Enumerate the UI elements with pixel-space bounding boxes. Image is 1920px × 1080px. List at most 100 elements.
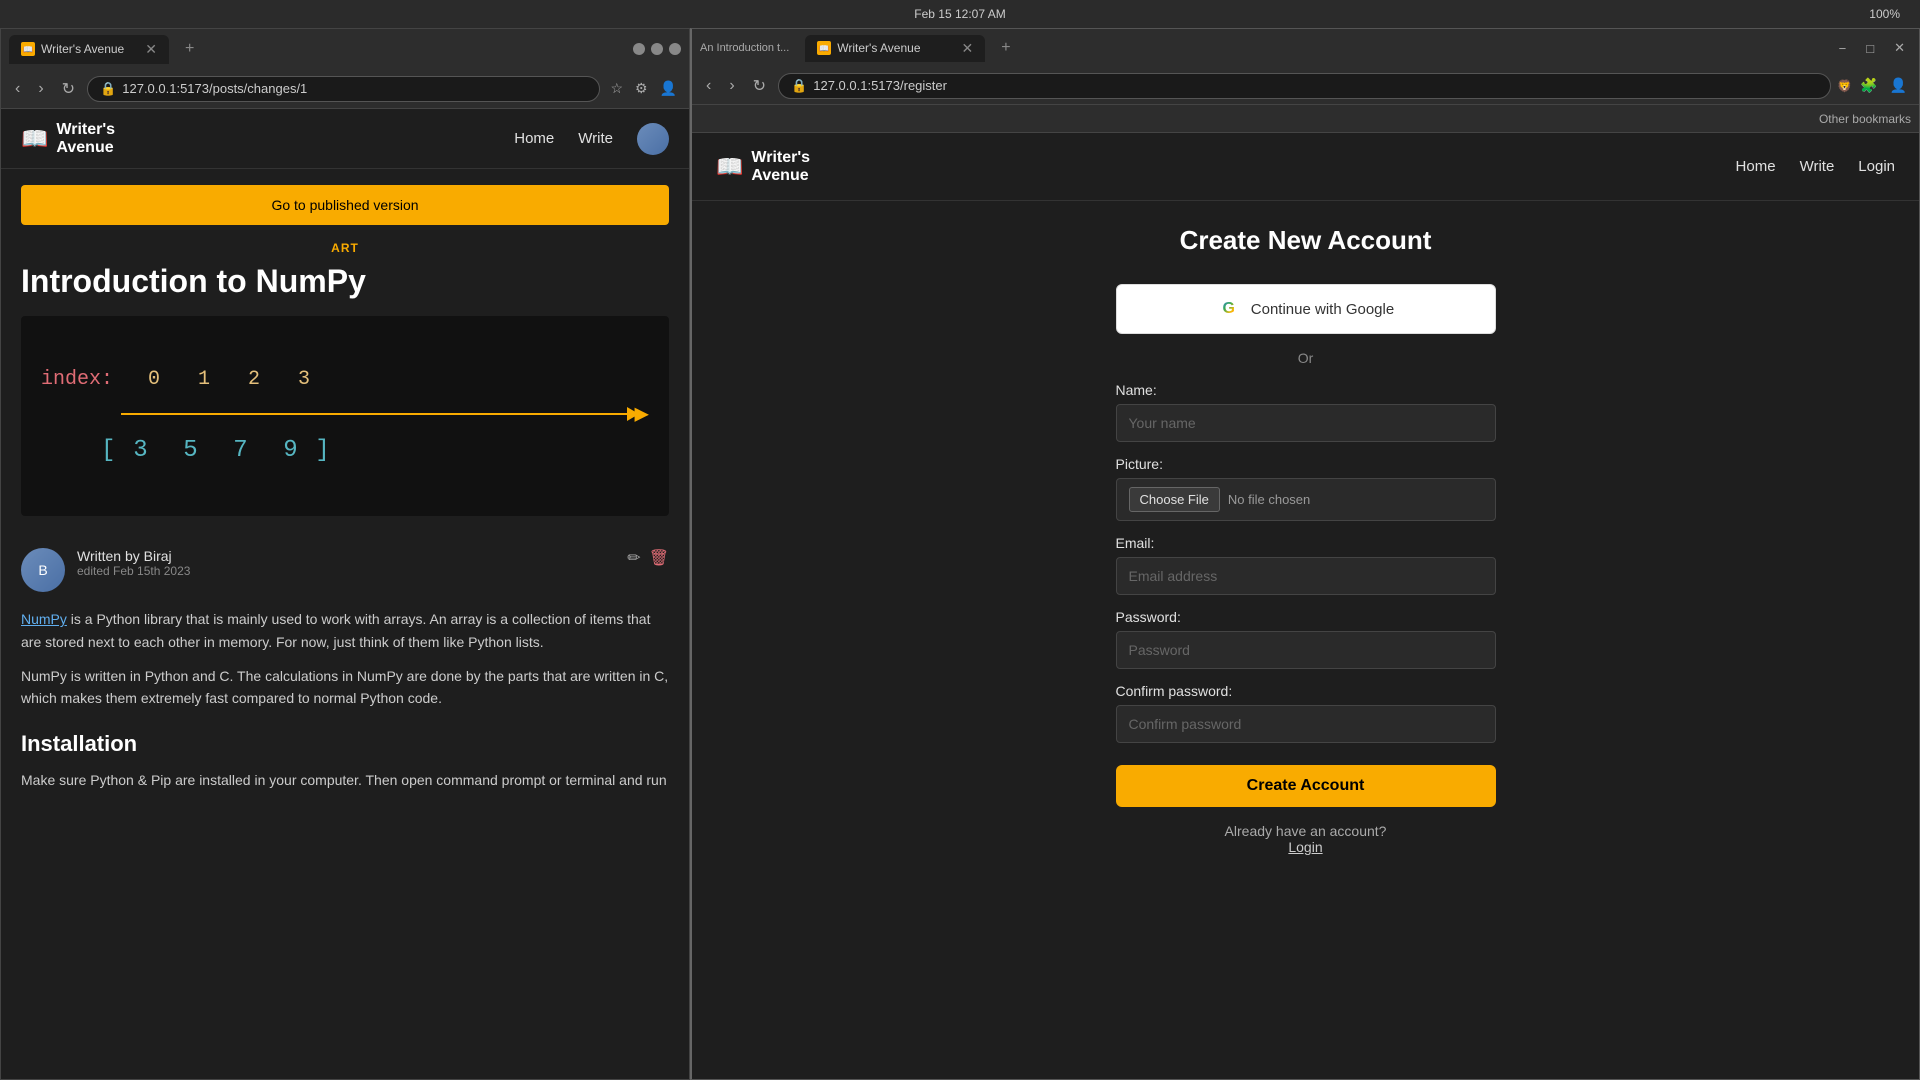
back-btn-1[interactable]: ‹ — [9, 76, 26, 102]
login-link[interactable]: Login — [1288, 839, 1322, 855]
book-icon-1: 📖 — [21, 126, 48, 152]
back-btn-2[interactable]: ‹ — [700, 73, 717, 99]
article-title: Introduction to NumPy — [21, 263, 669, 300]
logo-text-2: Writer's Avenue — [751, 149, 810, 184]
picture-form-group: Picture: Choose File No file chosen — [1116, 456, 1496, 521]
browser-window-2: An Introduction t... 📖 Writer's Avenue ✕… — [690, 28, 1920, 1080]
bookmarks-bar: Other bookmarks — [692, 105, 1919, 133]
site-logo-2[interactable]: 📖 Writer's Avenue — [716, 149, 810, 184]
confirm-password-input[interactable] — [1116, 705, 1496, 743]
profile-btn-2[interactable]: 👤 — [1886, 73, 1911, 98]
close-btn-1[interactable] — [669, 43, 681, 55]
browser-toolbar-1: ‹ › ↻ 🔒 127.0.0.1:5173/posts/changes/1 ☆… — [1, 69, 689, 109]
numpy-arrow-row: ▶ — [41, 399, 649, 429]
nav-links-2: Home Write Login — [1736, 158, 1895, 175]
profile-btn-1[interactable]: 👤 — [656, 76, 681, 101]
already-have-account-text: Already have an account? — [1225, 823, 1387, 839]
author-actions: ✏ 🗑 — [627, 548, 669, 568]
forward-btn-2[interactable]: › — [723, 73, 740, 99]
body-para2: NumPy is written in Python and C. The ca… — [21, 665, 669, 710]
window-controls-1 — [633, 43, 681, 55]
datetime: Feb 15 12:07 AM — [914, 7, 1005, 21]
register-form-container: Create New Account G Continue with Googl… — [1096, 225, 1516, 895]
article-category: ART — [1, 241, 689, 255]
book-icon-2: 📖 — [716, 154, 743, 180]
restore-btn-2[interactable]: □ — [1860, 37, 1880, 60]
google-g-letter: G — [1223, 300, 1235, 318]
numpy-link[interactable]: NumPy — [21, 611, 67, 627]
browser-content-1: 📖 Writer's Avenue Home Write Go to publi… — [1, 109, 689, 1079]
new-tab-btn-2[interactable]: + — [993, 39, 1018, 57]
forward-btn-1[interactable]: › — [32, 76, 49, 102]
address-bar-2[interactable]: 🔒 127.0.0.1:5173/register — [778, 73, 1831, 99]
body-para3: Make sure Python & Pip are installed in … — [21, 769, 669, 791]
tab-close-2[interactable]: ✕ — [962, 40, 974, 57]
nav-links-1: Home Write — [514, 123, 669, 155]
confirm-password-label: Confirm password: — [1116, 683, 1496, 699]
close-btn-2[interactable]: ✕ — [1888, 36, 1911, 60]
nav2-write[interactable]: Write — [1800, 158, 1835, 175]
author-name: Written by Biraj — [77, 548, 615, 564]
user-avatar-1[interactable] — [637, 123, 669, 155]
register-content: 📖 Writer's Avenue Home Write Login Creat… — [692, 133, 1919, 1079]
tab-label-2: Writer's Avenue — [837, 41, 920, 55]
nav2-login[interactable]: Login — [1858, 158, 1895, 175]
author-section: B Written by Biraj edited Feb 15th 2023 … — [21, 532, 669, 592]
nav2-home[interactable]: Home — [1736, 158, 1776, 175]
site-logo-1[interactable]: 📖 Writer's Avenue — [21, 121, 115, 156]
no-file-text: No file chosen — [1228, 492, 1310, 507]
numpy-arrow — [121, 413, 631, 415]
numpy-visual: index: 0 1 2 3 ▶ [ 3 5 7 9 ] — [21, 348, 669, 484]
reload-btn-1[interactable]: ↻ — [56, 75, 81, 103]
delete-post-btn[interactable]: 🗑 — [649, 548, 669, 568]
password-input[interactable] — [1116, 631, 1496, 669]
body-para1: is a Python library that is mainly used … — [21, 611, 650, 649]
extensions-btn-1[interactable]: ⚙ — [631, 76, 652, 101]
google-signin-btn[interactable]: G Continue with Google — [1116, 284, 1496, 334]
browser-titlebar-2: An Introduction t... 📖 Writer's Avenue ✕… — [692, 29, 1919, 67]
other-bookmarks: Other bookmarks — [1819, 112, 1911, 126]
taskbar-right: 100% — [1869, 7, 1900, 21]
article-body: NumPy is a Python library that is mainly… — [21, 608, 669, 791]
nav-home-1[interactable]: Home — [514, 130, 554, 147]
brave-tab-url: An Introduction t... — [700, 42, 789, 54]
author-avatar: B — [21, 548, 65, 592]
email-input[interactable] — [1116, 557, 1496, 595]
url-text-2: 127.0.0.1:5173/register — [813, 78, 947, 93]
tab-favicon-1: 📖 — [21, 42, 35, 56]
choose-file-btn[interactable]: Choose File — [1129, 487, 1220, 512]
nav-write-1[interactable]: Write — [578, 130, 613, 147]
file-input-wrapper: Choose File No file chosen — [1116, 478, 1496, 521]
email-form-group: Email: — [1116, 535, 1496, 595]
edit-post-btn[interactable]: ✏ — [627, 548, 640, 568]
installation-heading: Installation — [21, 726, 669, 761]
published-version-banner[interactable]: Go to published version — [21, 185, 669, 225]
new-tab-btn-1[interactable]: + — [177, 40, 202, 58]
browser-toolbar-2: ‹ › ↻ 🔒 127.0.0.1:5173/register 🦁 🧩 👤 — [692, 67, 1919, 105]
index-label: index: — [41, 368, 113, 391]
toolbar-icons-2: 🦁 🧩 👤 — [1837, 73, 1911, 98]
os-taskbar: Feb 15 12:07 AM 100% — [0, 0, 1920, 28]
minimize-btn-2[interactable]: − — [1833, 37, 1853, 60]
google-icon: G — [1217, 297, 1241, 321]
author-date: edited Feb 15th 2023 — [77, 564, 615, 578]
google-btn-label: Continue with Google — [1251, 301, 1394, 318]
browser-titlebar-1: 📖 Writer's Avenue ✕ + — [1, 29, 689, 69]
minimize-btn-1[interactable] — [633, 43, 645, 55]
maximize-btn-1[interactable] — [651, 43, 663, 55]
picture-label: Picture: — [1116, 456, 1496, 472]
address-bar-1[interactable]: 🔒 127.0.0.1:5173/posts/changes/1 — [87, 76, 600, 102]
create-account-btn[interactable]: Create Account — [1116, 765, 1496, 807]
tab-close-1[interactable]: ✕ — [145, 41, 157, 58]
bookmark-star-1[interactable]: ☆ — [606, 76, 627, 101]
confirm-password-form-group: Confirm password: — [1116, 683, 1496, 743]
battery: 100% — [1869, 7, 1900, 21]
browser-tab-1[interactable]: 📖 Writer's Avenue ✕ — [9, 35, 169, 64]
extensions-btn-2[interactable]: 🧩 — [1856, 73, 1881, 98]
browser-tab-2[interactable]: 📖 Writer's Avenue ✕ — [805, 35, 985, 62]
toolbar-icons-1: ☆ ⚙ 👤 — [606, 76, 681, 101]
name-form-group: Name: — [1116, 382, 1496, 442]
name-input[interactable] — [1116, 404, 1496, 442]
article-image: index: 0 1 2 3 ▶ [ 3 5 7 9 ] — [21, 316, 669, 516]
reload-btn-2[interactable]: ↻ — [747, 72, 772, 100]
